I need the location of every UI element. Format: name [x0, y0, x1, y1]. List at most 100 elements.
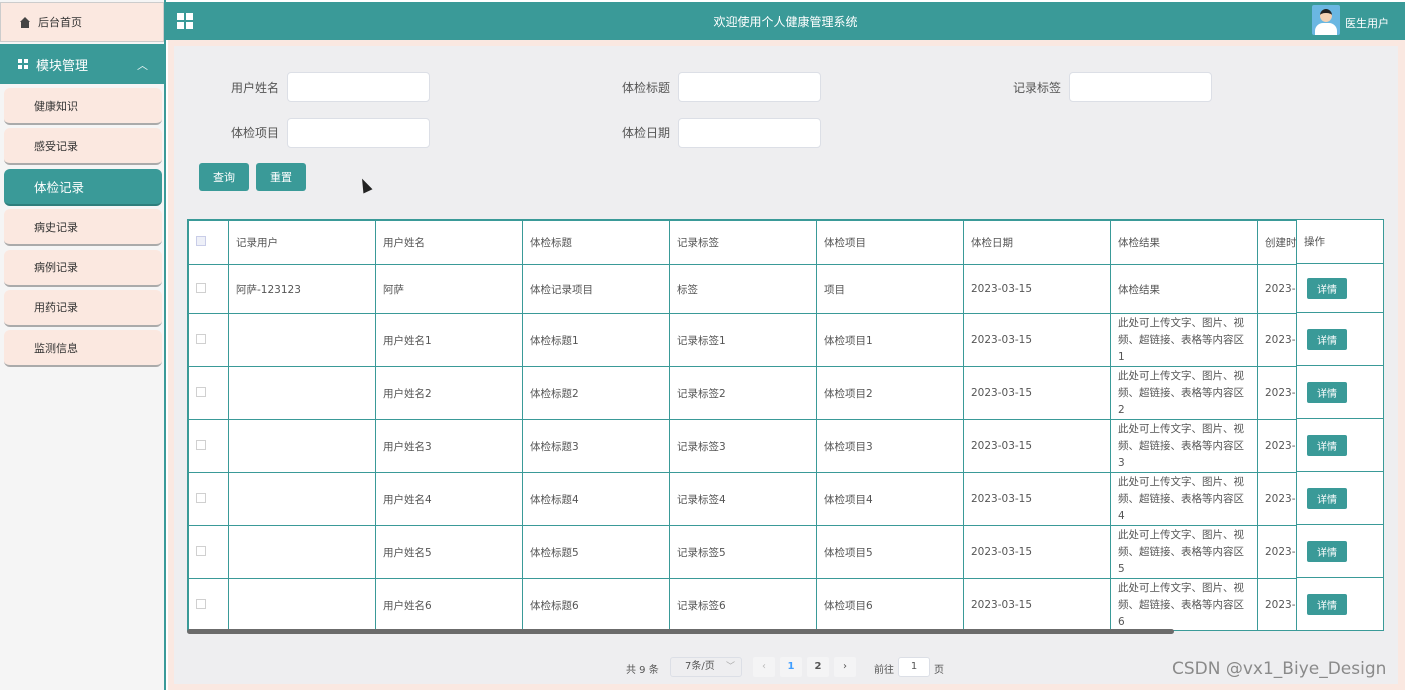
select-all-checkbox[interactable] — [196, 236, 206, 246]
exam-title-input[interactable] — [678, 72, 821, 102]
cell-date: 2023-03-15 — [963, 578, 1111, 630]
top-bar: 欢迎使用个人健康管理系统 医生用户 — [166, 2, 1405, 40]
row-checkbox[interactable] — [196, 333, 206, 344]
page-number[interactable]: 1 — [780, 657, 802, 677]
detail-button[interactable]: 详情 — [1307, 540, 1347, 562]
cell-user-name: 用户姓名2 — [375, 366, 523, 420]
column-header: 体检标题 — [522, 220, 670, 265]
column-header: 用户姓名 — [375, 220, 523, 265]
table-row: 阿萨-123123 阿萨 体检记录项目 标签 项目 2023-03-15 体检结… — [188, 264, 1318, 314]
user-name-label: 用户姓名 — [230, 81, 279, 95]
sidebar-items: 健康知识 感受记录 体检记录 病史记录 病例记录 用药记录 监测信息 — [4, 88, 162, 371]
page-word: 页 — [934, 665, 944, 676]
sidebar-item-monitoring-info[interactable]: 监测信息 — [4, 330, 162, 368]
cell-tag: 标签 — [669, 264, 817, 314]
detail-button[interactable]: 详情 — [1307, 328, 1347, 350]
detail-button[interactable]: 详情 — [1307, 381, 1347, 403]
reset-button[interactable]: 重置 — [256, 163, 306, 191]
detail-button[interactable]: 详情 — [1307, 434, 1347, 456]
table-row: 用户姓名6 体检标题6 记录标签6 体检项目6 2023-03-15 此处可上传… — [188, 578, 1318, 630]
cell-record-user — [228, 366, 376, 420]
table-row: 用户姓名5 体检标题5 记录标签5 体检项目5 2023-03-15 此处可上传… — [188, 525, 1318, 579]
table-row: 用户姓名2 体检标题2 记录标签2 体检项目2 2023-03-15 此处可上传… — [188, 366, 1318, 420]
content-panel: 用户姓名 体检标题 记录标签 体检项目 体检日期 查询 重置 记录用户 用户姓名 — [174, 46, 1398, 684]
cell-title: 体检标题1 — [522, 313, 670, 367]
cell-item: 体检项目4 — [816, 472, 964, 526]
sidebar-item-medication-records[interactable]: 用药记录 — [4, 289, 162, 327]
main-area: 用户姓名 体检标题 记录标签 体检项目 体检日期 查询 重置 记录用户 用户姓名 — [168, 40, 1405, 690]
exam-date-input[interactable] — [678, 118, 821, 148]
goto-page-input[interactable]: 1 — [898, 657, 930, 677]
row-checkbox[interactable] — [196, 386, 206, 397]
cell-date: 2023-03-15 — [963, 313, 1111, 367]
query-button[interactable]: 查询 — [199, 163, 249, 191]
row-checkbox[interactable] — [196, 545, 206, 556]
select-all-cell[interactable] — [188, 220, 229, 265]
cell-item: 体检项目1 — [816, 313, 964, 367]
cell-record-user: 阿萨-123123 — [228, 264, 376, 314]
total-count: 共 9 条 — [626, 665, 659, 676]
row-checkbox[interactable] — [196, 492, 206, 503]
table-row: 用户姓名1 体检标题1 记录标签1 体检项目1 2023-03-15 此处可上传… — [188, 313, 1318, 367]
grid-icon — [18, 59, 28, 69]
sidebar-item-feeling-records[interactable]: 感受记录 — [4, 128, 162, 166]
exam-item-input[interactable] — [287, 118, 430, 148]
cell-result: 此处可上传文字、图片、视频、超链接、表格等内容区1 — [1110, 313, 1258, 367]
record-tag-input[interactable] — [1069, 72, 1212, 102]
cell-user-name: 用户姓名4 — [375, 472, 523, 526]
next-page-button[interactable]: › — [834, 657, 856, 677]
column-header: 体检结果 — [1110, 220, 1258, 265]
cell-record-user — [228, 419, 376, 473]
sidebar-item-history-records[interactable]: 病史记录 — [4, 209, 162, 247]
cell-result: 此处可上传文字、图片、视频、超链接、表格等内容区3 — [1110, 419, 1258, 473]
cell-tag: 记录标签4 — [669, 472, 817, 526]
cell-record-user — [228, 578, 376, 630]
column-header: 体检日期 — [963, 220, 1111, 265]
row-checkbox[interactable] — [196, 598, 206, 609]
page-size-select[interactable]: 7条/页 ﹀ — [670, 657, 742, 677]
cell-tag: 记录标签1 — [669, 313, 817, 367]
cell-item: 体检项目2 — [816, 366, 964, 420]
sidebar: 后台首页 模块管理 ︿ 健康知识 感受记录 体检记录 病史记录 病例记录 用药记… — [0, 0, 166, 690]
cell-date: 2023-03-15 — [963, 419, 1111, 473]
cell-title: 体检标题5 — [522, 525, 670, 579]
sidebar-group-module[interactable]: 模块管理 ︿ — [0, 44, 164, 84]
page-size-value: 7条/页 — [685, 661, 715, 672]
user-name-input[interactable] — [287, 72, 430, 102]
goto-label: 前往 — [874, 665, 894, 676]
avatar[interactable] — [1312, 5, 1340, 35]
row-checkbox[interactable] — [196, 282, 206, 293]
page-number[interactable]: 2 — [807, 657, 829, 677]
table-header-row: 记录用户 用户姓名 体检标题 记录标签 体检项目 体检日期 体检结果 创建时间 — [188, 220, 1318, 265]
cell-record-user — [228, 472, 376, 526]
sidebar-item-health-knowledge[interactable]: 健康知识 — [4, 88, 162, 125]
detail-button[interactable]: 详情 — [1307, 277, 1347, 299]
cell-user-name: 阿萨 — [375, 264, 523, 314]
table-row: 用户姓名3 体检标题3 记录标签3 体检项目3 2023-03-15 此处可上传… — [188, 419, 1318, 473]
cell-user-name: 用户姓名1 — [375, 313, 523, 367]
detail-button[interactable]: 详情 — [1307, 593, 1347, 615]
sidebar-item-exam-records[interactable]: 体检记录 — [4, 168, 162, 206]
user-name[interactable]: 医生用户 — [1345, 15, 1389, 31]
cell-title: 体检标题6 — [522, 578, 670, 630]
sidebar-item-case-records[interactable]: 病例记录 — [4, 249, 162, 287]
column-header: 体检项目 — [816, 220, 964, 265]
detail-button[interactable]: 详情 — [1307, 487, 1347, 509]
row-checkbox[interactable] — [196, 439, 206, 450]
cell-record-user — [228, 525, 376, 579]
horizontal-scrollbar[interactable] — [187, 629, 1174, 634]
cell-record-user — [228, 313, 376, 367]
column-header: 记录标签 — [669, 220, 817, 265]
home-icon — [19, 16, 31, 28]
sidebar-home-label: 后台首页 — [38, 16, 82, 29]
cell-date: 2023-03-15 — [963, 525, 1111, 579]
sidebar-home-link[interactable]: 后台首页 — [0, 2, 164, 42]
prev-page-button[interactable]: ‹ — [753, 657, 775, 677]
cell-title: 体检标题4 — [522, 472, 670, 526]
column-header: 记录用户 — [228, 220, 376, 265]
column-header: 操作 — [1297, 220, 1383, 264]
cell-title: 体检标题2 — [522, 366, 670, 420]
cell-user-name: 用户姓名6 — [375, 578, 523, 630]
exam-date-label: 体检日期 — [621, 126, 670, 140]
cell-date: 2023-03-15 — [963, 264, 1111, 314]
